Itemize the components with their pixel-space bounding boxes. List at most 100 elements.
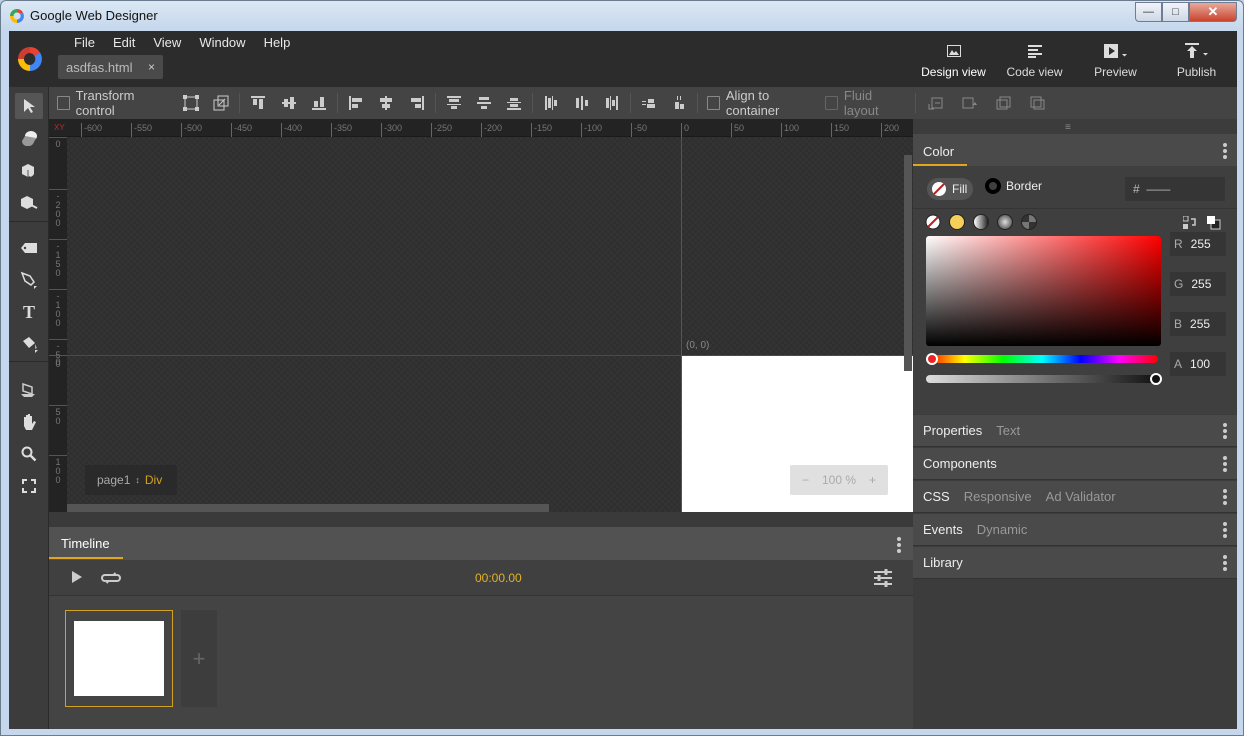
distribute-right-icon[interactable]	[597, 91, 627, 115]
distribute-top-icon[interactable]	[439, 91, 469, 115]
design-stage[interactable]: XY -600 -550 -500 -450 -400 -350 -300 -250 -200-…	[49, 119, 913, 512]
3d-shape-tool[interactable]	[15, 377, 43, 403]
vertical-scrollbar[interactable]	[904, 155, 912, 371]
send-backward-icon[interactable]	[953, 91, 987, 115]
bounding-box-icon[interactable]	[176, 91, 206, 115]
menu-edit[interactable]: Edit	[104, 35, 144, 51]
css-more-icon[interactable]	[1223, 489, 1227, 505]
no-fill-swatch[interactable]	[925, 214, 941, 230]
zoom-out-button[interactable]: −	[802, 473, 809, 487]
selection-tool[interactable]	[15, 93, 43, 119]
align-bottom-icon[interactable]	[304, 91, 334, 115]
send-to-back-icon[interactable]	[1021, 91, 1055, 115]
hue-slider-handle[interactable]	[926, 353, 938, 365]
timeline-more-icon[interactable]	[897, 537, 901, 553]
css-section[interactable]: CSS Responsive Ad Validator	[913, 481, 1237, 513]
red-input[interactable]: R 255	[1170, 232, 1226, 256]
align-top-icon[interactable]	[243, 91, 273, 115]
file-tab[interactable]: asdfas.html ×	[58, 55, 163, 79]
components-section[interactable]: Components	[913, 448, 1237, 480]
close-window-button[interactable]: ✕	[1189, 2, 1237, 22]
fluid-layout-checkbox[interactable]	[825, 96, 838, 110]
dynamic-tab[interactable]: Dynamic	[977, 522, 1028, 537]
bring-forward-icon[interactable]	[919, 91, 953, 115]
border-button[interactable]: Border	[985, 178, 1042, 194]
pen-tool[interactable]	[15, 267, 43, 293]
transform-control-checkbox[interactable]	[57, 96, 70, 110]
properties-tab[interactable]: Properties	[923, 423, 982, 438]
close-tab-icon[interactable]: ×	[148, 60, 155, 74]
align-left-icon[interactable]	[341, 91, 371, 115]
distribute-bottom-icon[interactable]	[499, 91, 529, 115]
panel-grip-icon[interactable]: ≡	[1065, 122, 1071, 133]
green-input[interactable]: G 255	[1170, 272, 1226, 296]
design-view-button[interactable]: Design view	[913, 31, 994, 87]
fit-screen-tool[interactable]	[15, 473, 43, 499]
align-right-icon[interactable]	[401, 91, 431, 115]
zoom-in-button[interactable]: +	[869, 473, 876, 487]
alpha-slider-handle[interactable]	[1150, 373, 1162, 385]
align-middle-icon[interactable]	[274, 91, 304, 115]
horizontal-scrollbar[interactable]	[67, 504, 549, 512]
radial-gradient-swatch[interactable]	[997, 214, 1013, 230]
zoom-level[interactable]: 100 %	[822, 473, 856, 487]
tag-tool[interactable]	[15, 235, 43, 261]
play-icon[interactable]	[71, 570, 83, 584]
alpha-slider[interactable]	[926, 375, 1158, 383]
publish-button[interactable]: Publish	[1156, 31, 1237, 87]
blue-input[interactable]: B 255	[1170, 312, 1226, 336]
space-horizontal-icon[interactable]	[634, 91, 664, 115]
menu-view[interactable]: View	[144, 35, 190, 51]
fill-tool[interactable]	[15, 331, 43, 357]
space-vertical-icon[interactable]	[664, 91, 694, 115]
solid-fill-swatch[interactable]	[949, 214, 965, 230]
3d-translation-tool[interactable]	[15, 189, 43, 215]
distribute-center-icon[interactable]	[566, 91, 596, 115]
alpha-input[interactable]: A 100	[1170, 352, 1226, 376]
image-fill-swatch[interactable]	[1021, 214, 1037, 230]
breadcrumb-page[interactable]: page1	[97, 473, 130, 487]
3d-object-rotate-tool[interactable]	[15, 157, 43, 183]
default-colors-icon[interactable]	[1207, 216, 1221, 230]
linear-gradient-swatch[interactable]	[973, 214, 989, 230]
components-more-icon[interactable]	[1223, 456, 1227, 472]
properties-more-icon[interactable]	[1223, 423, 1227, 439]
ad-validator-tab[interactable]: Ad Validator	[1046, 489, 1116, 504]
swap-colors-icon[interactable]	[1183, 216, 1197, 230]
distribute-middle-icon[interactable]	[469, 91, 499, 115]
timeline-tab[interactable]: Timeline	[61, 536, 110, 551]
color-more-icon[interactable]	[1223, 143, 1227, 159]
timeline-settings-icon[interactable]	[874, 569, 892, 587]
menu-window[interactable]: Window	[190, 35, 254, 51]
css-tab[interactable]: CSS	[923, 489, 950, 504]
loop-icon[interactable]	[101, 571, 121, 585]
properties-section[interactable]: Properties Text	[913, 415, 1237, 447]
hand-tool[interactable]	[15, 409, 43, 435]
minimize-button[interactable]: —	[1135, 2, 1162, 22]
hue-slider[interactable]	[926, 355, 1158, 363]
scale-icon[interactable]	[206, 91, 236, 115]
components-tab[interactable]: Components	[923, 456, 997, 471]
maximize-button[interactable]: □	[1162, 2, 1189, 22]
responsive-tab[interactable]: Responsive	[964, 489, 1032, 504]
saturation-value-picker[interactable]	[926, 236, 1161, 346]
events-more-icon[interactable]	[1223, 522, 1227, 538]
menu-help[interactable]: Help	[255, 35, 300, 51]
page-select-arrows-icon[interactable]: ↕	[135, 475, 140, 485]
library-more-icon[interactable]	[1223, 555, 1227, 571]
events-section[interactable]: Events Dynamic	[913, 514, 1237, 546]
3d-rotation-tool[interactable]	[15, 125, 43, 151]
events-tab[interactable]: Events	[923, 522, 963, 537]
text-tool[interactable]: T	[15, 299, 43, 325]
hex-input[interactable]: # ——	[1125, 177, 1225, 201]
zoom-tool[interactable]	[15, 441, 43, 467]
align-center-icon[interactable]	[371, 91, 401, 115]
breadcrumb-element[interactable]: Div	[145, 473, 162, 487]
page-thumbnail[interactable]	[65, 610, 173, 707]
align-to-container-checkbox[interactable]	[707, 96, 720, 110]
library-tab[interactable]: Library	[923, 555, 963, 570]
preview-button[interactable]: Preview	[1075, 31, 1156, 87]
bring-to-front-icon[interactable]	[987, 91, 1021, 115]
color-panel-title[interactable]: Color	[923, 144, 954, 159]
distribute-left-icon[interactable]	[536, 91, 566, 115]
